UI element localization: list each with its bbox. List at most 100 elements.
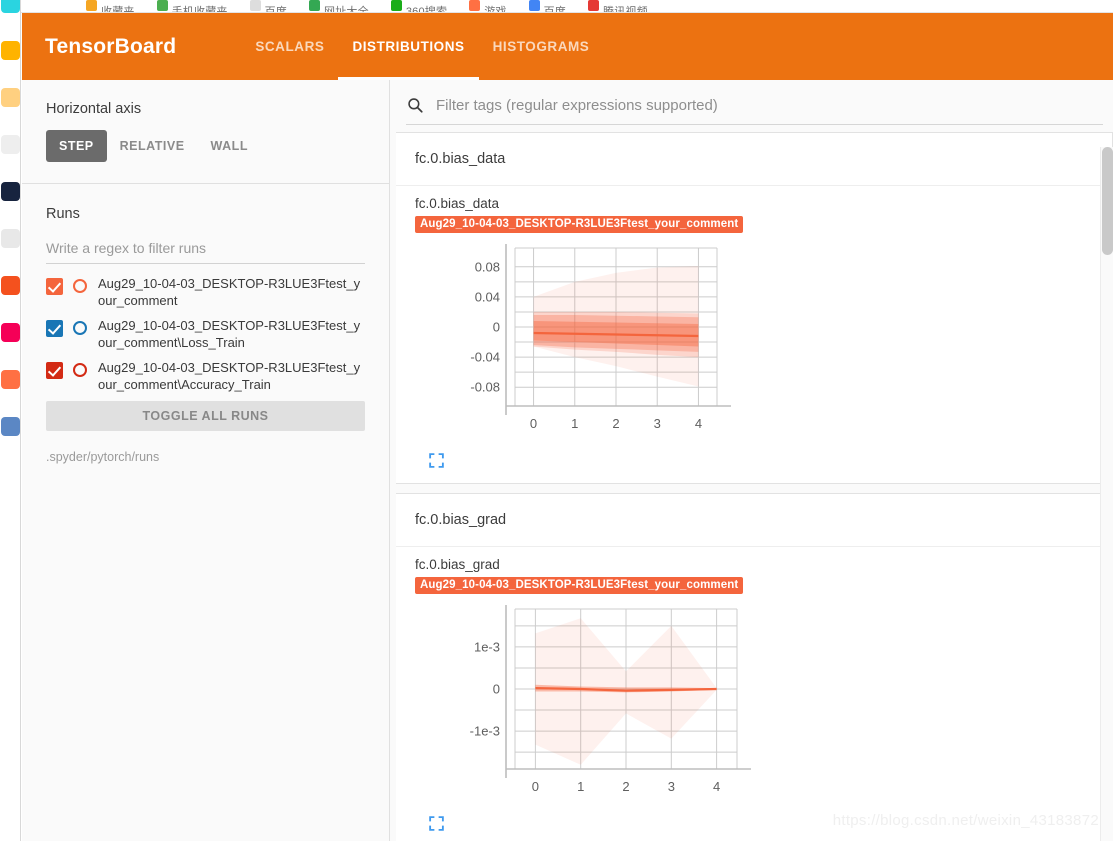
x-tick-label: 2 [612, 416, 619, 431]
axis-option-step[interactable]: STEP [46, 130, 107, 162]
run-legend-badge: Aug29_10-04-03_DESKTOP-R3LUE3Ftest_your_… [415, 216, 744, 233]
chart-card-body: fc.0.bias_grad Aug29_10-04-03_DESKTOP-R3L… [396, 547, 1112, 841]
run-color-swatch-icon[interactable] [73, 279, 87, 293]
expand-icon[interactable] [428, 452, 445, 469]
x-tick-label: 1 [571, 416, 578, 431]
sidebar-divider [22, 183, 389, 184]
app-icon-1[interactable] [1, 0, 20, 13]
tag-filter-input[interactable] [434, 95, 1103, 115]
distribution-plot: 0 1 2 3 4 0.08 0.04 0 -0.04 -0.08 [470, 244, 731, 431]
y-tick-label: -1e-3 [470, 724, 500, 739]
bookmark-label: 收藏夹 [101, 5, 135, 13]
chart-title: fc.0.bias_data [415, 196, 500, 211]
bookmark-item[interactable]: 网址大全 [309, 0, 369, 12]
tab-histograms[interactable]: HISTOGRAMS [479, 13, 604, 80]
bookmark-item[interactable]: 百度 [249, 0, 288, 13]
x-tick-label: 4 [695, 416, 702, 431]
bookmark-label: 360搜索 [405, 5, 448, 13]
x-tick-label: 3 [668, 779, 675, 794]
run-item[interactable]: Aug29_10-04-03_DESKTOP-R3LUE3Ftest_your_… [46, 275, 365, 309]
run-list: Aug29_10-04-03_DESKTOP-R3LUE3Ftest_your_… [46, 275, 365, 393]
run-item[interactable]: Aug29_10-04-03_DESKTOP-R3LUE3Ftest_your_… [46, 317, 365, 351]
bookmark-label: 腾讯视频 [603, 5, 648, 13]
horizontal-axis-button-group: STEP RELATIVE WALL [46, 130, 365, 162]
app-logo: TensorBoard [45, 34, 177, 58]
runs-filter-input[interactable] [46, 234, 365, 264]
bookmark-favicon-icon [249, 0, 261, 11]
distribution-plot: 0 1 2 3 4 1e-3 0 -1e-3 [470, 605, 751, 794]
y-tick-label: 0 [493, 682, 500, 697]
plot-container[interactable]: 0 1 2 3 4 1e-3 0 -1e-3 [415, 601, 1112, 808]
bookmark-label: 百度 [543, 5, 566, 13]
chart-card: fc.0.bias_data fc.0.bias_data Aug29_10-04-… [396, 132, 1113, 484]
app-icon-5[interactable] [1, 182, 20, 201]
x-tick-label: 0 [530, 416, 537, 431]
sidebar: Horizontal axis STEPRELATIVEWALL Runs Au… [22, 80, 390, 841]
run-checkbox[interactable] [46, 362, 63, 379]
app-icon-9[interactable] [1, 370, 20, 389]
bookmark-item[interactable]: 手机收藏夹 [156, 0, 228, 13]
axis-option-relative[interactable]: RELATIVE [107, 130, 198, 162]
app-icon-6[interactable] [1, 229, 20, 248]
x-tick-label: 1 [577, 779, 584, 794]
run-label: Aug29_10-04-03_DESKTOP-R3LUE3Ftest_your_… [98, 318, 361, 350]
axis-option-wall[interactable]: WALL [198, 130, 261, 162]
bookmark-favicon-icon [309, 0, 321, 11]
bookmark-item[interactable]: 百度 [528, 0, 566, 13]
page-scrollbar[interactable] [1100, 147, 1113, 841]
bookmark-favicon-icon [86, 0, 97, 11]
chart-card-header[interactable]: fc.0.bias_grad [396, 494, 1112, 547]
app-icon-2[interactable] [1, 41, 20, 60]
app-icon-3[interactable] [1, 88, 20, 107]
nav-tabs: SCALARS DISTRIBUTIONS HISTOGRAMS [241, 13, 603, 80]
app-icon-4[interactable] [1, 135, 20, 154]
app-icon-7[interactable] [1, 276, 20, 295]
tag-filter-row [406, 80, 1103, 125]
run-color-swatch-icon[interactable] [73, 321, 87, 335]
run-label: Aug29_10-04-03_DESKTOP-R3LUE3Ftest_your_… [98, 276, 361, 308]
app-icon-8[interactable] [1, 323, 20, 342]
browser-bookmark-bar: 收藏夹 手机收藏夹 百度 网址大全 360搜索 游戏 百度 腾讯视频 [0, 0, 1113, 13]
main-content: fc.0.bias_data fc.0.bias_data Aug29_10-04-… [390, 80, 1113, 841]
run-checkbox[interactable] [46, 278, 63, 295]
bookmark-favicon-icon [528, 0, 540, 11]
bookmark-item[interactable]: 收藏夹 [86, 0, 135, 12]
y-tick-label: 0.08 [475, 259, 500, 274]
x-tick-label: 3 [654, 416, 661, 431]
bookmark-label: 游戏 [484, 5, 507, 13]
bookmark-item[interactable]: 360搜索 [390, 0, 448, 13]
chart-card-list: fc.0.bias_data fc.0.bias_data Aug29_10-04-… [396, 132, 1113, 841]
y-tick-label: 0 [493, 320, 500, 335]
x-tick-label: 4 [713, 779, 720, 794]
x-tick-label: 0 [532, 779, 539, 794]
run-legend-badge: Aug29_10-04-03_DESKTOP-R3LUE3Ftest_your_… [415, 577, 744, 594]
bookmark-item[interactable]: 腾讯视频 [588, 0, 648, 12]
app-header: TensorBoard SCALARS DISTRIBUTIONS HISTOGRA… [22, 13, 1113, 80]
bookmark-label: 手机收藏夹 [171, 5, 228, 13]
bookmark-favicon-icon [390, 0, 402, 11]
bookmark-favicon-icon [156, 0, 168, 11]
run-color-swatch-icon[interactable] [73, 363, 87, 377]
chart-card-header[interactable]: fc.0.bias_data [396, 133, 1112, 186]
chart-card: fc.0.bias_grad fc.0.bias_grad Aug29_10-04-… [396, 493, 1113, 841]
tab-scalars[interactable]: SCALARS [241, 13, 338, 80]
run-item[interactable]: Aug29_10-04-03_DESKTOP-R3LUE3Ftest_your_… [46, 359, 365, 393]
bookmark-item[interactable]: 游戏 [469, 0, 506, 12]
y-tick-label: -0.08 [470, 380, 500, 395]
y-tick-label: 0.04 [475, 289, 500, 304]
runs-label: Runs [46, 206, 80, 222]
toggle-all-runs-button[interactable]: TOGGLE ALL RUNS [46, 401, 365, 431]
chart-card-body: fc.0.bias_data Aug29_10-04-03_DESKTOP-R3L… [396, 186, 1112, 483]
expand-icon[interactable] [428, 815, 445, 832]
search-icon [408, 98, 423, 113]
y-tick-label: 1e-3 [474, 639, 500, 654]
x-tick-label: 2 [622, 779, 629, 794]
bookmark-label: 百度 [264, 5, 288, 13]
page-scrollbar-thumb[interactable] [1102, 147, 1113, 255]
plot-container[interactable]: 0 1 2 3 4 0.08 0.04 0 -0.04 -0.08 [415, 240, 1112, 445]
run-checkbox[interactable] [46, 320, 63, 337]
tab-distributions[interactable]: DISTRIBUTIONS [338, 13, 479, 80]
app-icon-10[interactable] [1, 417, 20, 436]
y-tick-label: -0.04 [470, 350, 500, 365]
bookmark-favicon-icon [588, 0, 599, 11]
